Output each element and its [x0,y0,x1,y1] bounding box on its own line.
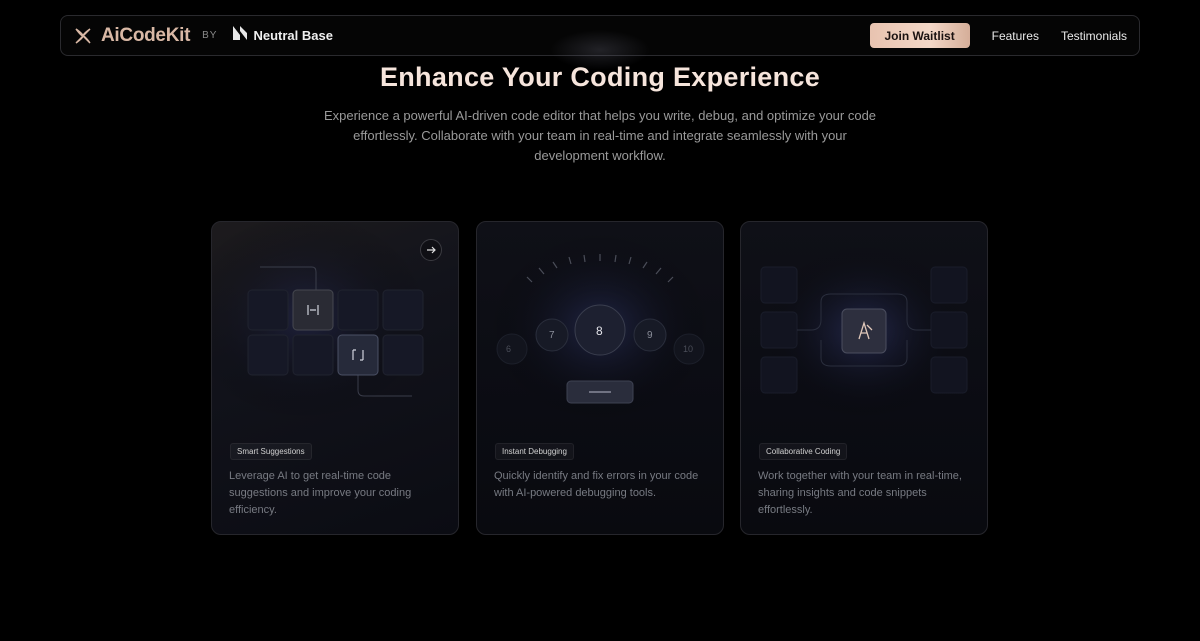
instant-debugging-illustration: 6 7 8 9 10 [477,222,723,432]
card-tag: Collaborative Coding [759,443,848,460]
card-description: Leverage AI to get real-time code sugges… [229,470,412,516]
hero-subtitle: Experience a powerful AI-driven code edi… [323,108,877,163]
dial-number: 7 [549,330,555,341]
card-tag: Instant Debugging [495,443,574,460]
partner-brand[interactable]: Neutral Base [231,24,333,47]
arrow-right-icon[interactable] [420,239,442,261]
partner-name: Neutral Base [253,28,333,43]
feature-card-smart-suggestions[interactable]: Smart Suggestions Leverage AI to get rea… [211,221,459,535]
dial-number: 10 [683,344,694,354]
card-tag: Smart Suggestions [230,443,312,460]
feature-card-instant-debugging[interactable]: 6 7 8 9 10 Instant Debugging Quickly ide… [476,221,724,535]
card-description: Work together with your team in real-tim… [758,470,962,516]
card-description: Quickly identify and fix errors in your … [494,470,699,499]
hero-title: Enhance Your Coding Experience [379,62,821,92]
brand[interactable]: AiCodeKit BY Neutral Base [73,24,333,47]
neutral-base-logo-icon [231,24,249,47]
dial-number: 6 [506,344,512,354]
nav-link-features[interactable]: Features [992,29,1039,43]
brand-by-label: BY [202,30,218,41]
join-waitlist-button[interactable]: Join Waitlist [869,23,970,48]
brand-logo-icon [73,26,93,46]
nav-link-testimonials[interactable]: Testimonials [1061,29,1127,43]
feature-card-collaborative-coding[interactable]: Collaborative Coding Work together with … [740,221,988,535]
collaborative-coding-illustration [741,222,987,432]
dial-number: 9 [647,330,653,341]
nav-actions: Join Waitlist Features Testimonials [869,23,1127,48]
dial-number-selected: 8 [596,324,603,338]
brand-name: AiCodeKit [101,24,191,46]
